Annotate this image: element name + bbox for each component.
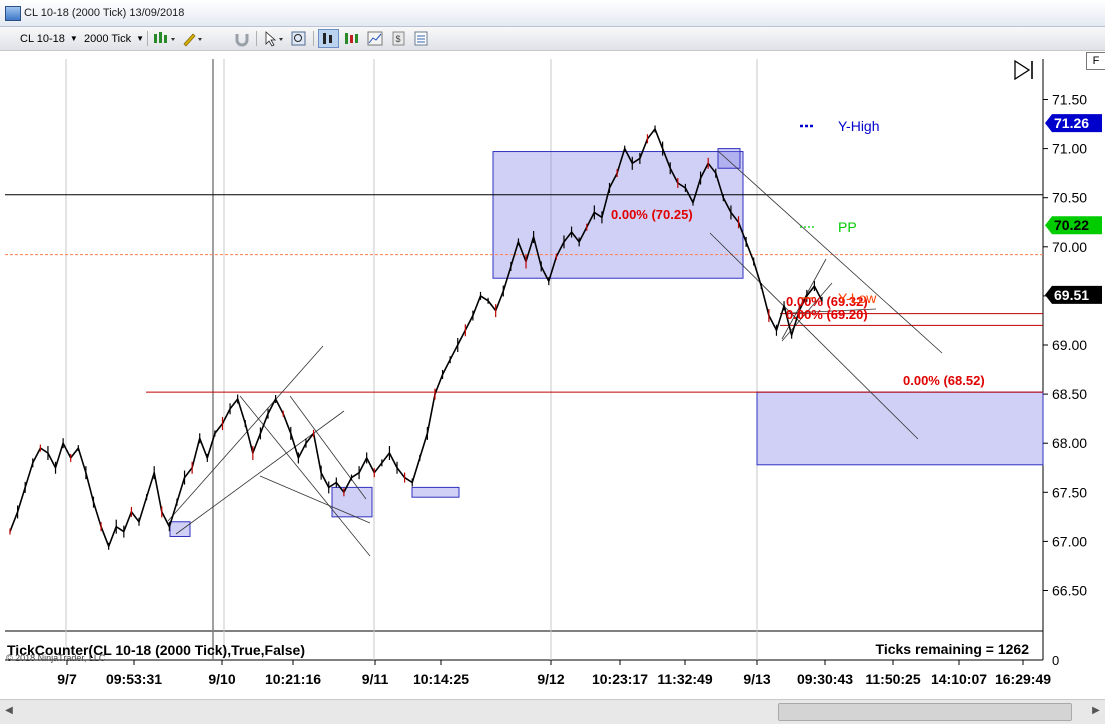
y-tick-label: 68.50 — [1052, 386, 1087, 402]
period-label: 2000 Tick — [84, 32, 132, 45]
x-tick-label: 9/12 — [537, 671, 564, 687]
skip-to-end-icon — [1014, 59, 1033, 81]
y-tick-label: 66.50 — [1052, 583, 1087, 599]
pointer-button[interactable] — [262, 30, 283, 47]
instrument-selector[interactable]: CL 10-18 ▼ — [20, 30, 78, 47]
legend-label: Y-Low — [838, 290, 877, 306]
x-tick-label: 9/10 — [208, 671, 235, 687]
scroll-left-icon[interactable]: ◀ — [2, 703, 16, 719]
magnet-icon — [235, 34, 249, 47]
y-tick-label: 71.00 — [1052, 141, 1087, 157]
x-tick-label: 11:32:49 — [657, 671, 712, 687]
bars-icon — [323, 33, 332, 44]
fib-level-label: 0.00% (68.52) — [903, 373, 985, 388]
app-icon — [5, 6, 21, 21]
indicators-button[interactable] — [342, 30, 360, 47]
candlestick-icon — [154, 32, 175, 43]
x-tick-label: 10:23:17 — [592, 671, 648, 687]
x-tick-label: 10:21:16 — [265, 671, 321, 687]
properties-icon — [414, 31, 428, 46]
bar-style-button[interactable] — [152, 30, 175, 47]
y-tick-label: 68.00 — [1052, 435, 1087, 451]
ticks-remaining-label: Ticks remaining = 1262 — [876, 641, 1030, 657]
magnet-button[interactable] — [233, 30, 251, 47]
data-box-button[interactable]: $ — [390, 30, 408, 47]
chevron-down-icon: ▼ — [69, 34, 78, 43]
y-tick-label: 69.00 — [1052, 337, 1087, 353]
supply-demand-zone — [717, 148, 741, 169]
supply-demand-zone — [331, 486, 373, 518]
scrollbar-thumb[interactable] — [778, 703, 1072, 721]
instrument-label: CL 10-18 — [20, 32, 65, 45]
title-bar: CL 10-18 (2000 Tick) 13/09/2018 — [0, 0, 1105, 27]
legend-label: Y-High — [838, 118, 880, 134]
toolbar-separator — [313, 31, 314, 46]
y-tick-label: 67.00 — [1052, 533, 1087, 549]
window-title: CL 10-18 (2000 Tick) 13/09/2018 — [24, 7, 185, 19]
x-tick-label: 09:30:43 — [797, 671, 853, 687]
x-tick-label: 11:50:25 — [865, 671, 920, 687]
fib-level-label: 0.00% (69.20) — [786, 307, 868, 322]
toolbar-separator — [256, 31, 257, 46]
pencil-icon — [183, 33, 202, 47]
chart-trader-button[interactable] — [318, 29, 339, 48]
fib-level-label: 0.00% (70.25) — [611, 207, 693, 222]
toolbar-separator — [147, 31, 148, 46]
properties-button[interactable] — [412, 30, 430, 47]
jump-to-end-button[interactable] — [1013, 59, 1035, 81]
legend-label: PP — [838, 219, 857, 235]
horizontal-scrollbar[interactable]: ◀ ▶ — [0, 699, 1105, 724]
x-tick-label: 16:29:49 — [995, 671, 1051, 687]
price-marker-label: 71.26 — [1054, 115, 1089, 131]
chevron-down-icon: ▼ — [136, 34, 145, 43]
indicator-icon — [345, 33, 358, 44]
chart-toolbar: CL 10-18 ▼ 2000 Tick ▼ $ — [0, 27, 1105, 51]
x-tick-label: 9/7 — [57, 671, 77, 687]
y-tick-label: 67.50 — [1052, 484, 1087, 500]
supply-demand-zone — [756, 391, 1044, 466]
x-tick-label: 9/11 — [362, 671, 389, 687]
x-tick-label: 09:53:31 — [106, 671, 162, 687]
supply-demand-zone — [411, 486, 460, 498]
price-chart[interactable]: 0.00% (70.25)0.00% (69.32)0.00% (69.20)0… — [0, 51, 1105, 699]
y-tick-label: 70.50 — [1052, 190, 1087, 206]
period-selector[interactable]: 2000 Tick ▼ — [84, 30, 144, 47]
supply-demand-zone — [169, 521, 191, 537]
cursor-icon — [265, 31, 283, 47]
x-tick-label: 9/13 — [743, 671, 770, 687]
strategies-button[interactable] — [366, 30, 384, 47]
x-tick-label: 10:14:25 — [413, 671, 469, 687]
f-panel-label: F — [1092, 55, 1100, 67]
y-tick-label: 70.00 — [1052, 239, 1087, 255]
indicator-axis-label: 0 — [1052, 653, 1059, 668]
svg-text:$: $ — [396, 34, 401, 44]
strategy-icon — [367, 31, 383, 46]
y-tick-label: 71.50 — [1052, 92, 1087, 108]
zoom-icon — [291, 31, 306, 46]
zoom-button[interactable] — [290, 30, 308, 47]
price-marker-label: 70.22 — [1054, 217, 1089, 233]
price-marker-label: 69.51 — [1054, 287, 1089, 303]
x-tick-label: 14:10:07 — [931, 671, 987, 687]
chart-area[interactable]: 0.00% (70.25) 0.00% (69.32) 0.00% (69.20) 0… — [0, 51, 1105, 699]
scroll-right-icon[interactable]: ▶ — [1089, 703, 1103, 719]
f-panel-button[interactable]: F — [1086, 52, 1105, 70]
dollar-icon: $ — [392, 31, 405, 46]
copyright-label: © 2018 NinjaTrader, LLC — [6, 653, 106, 663]
drawing-tool-button[interactable] — [181, 30, 202, 47]
plot-background — [5, 59, 1043, 660]
